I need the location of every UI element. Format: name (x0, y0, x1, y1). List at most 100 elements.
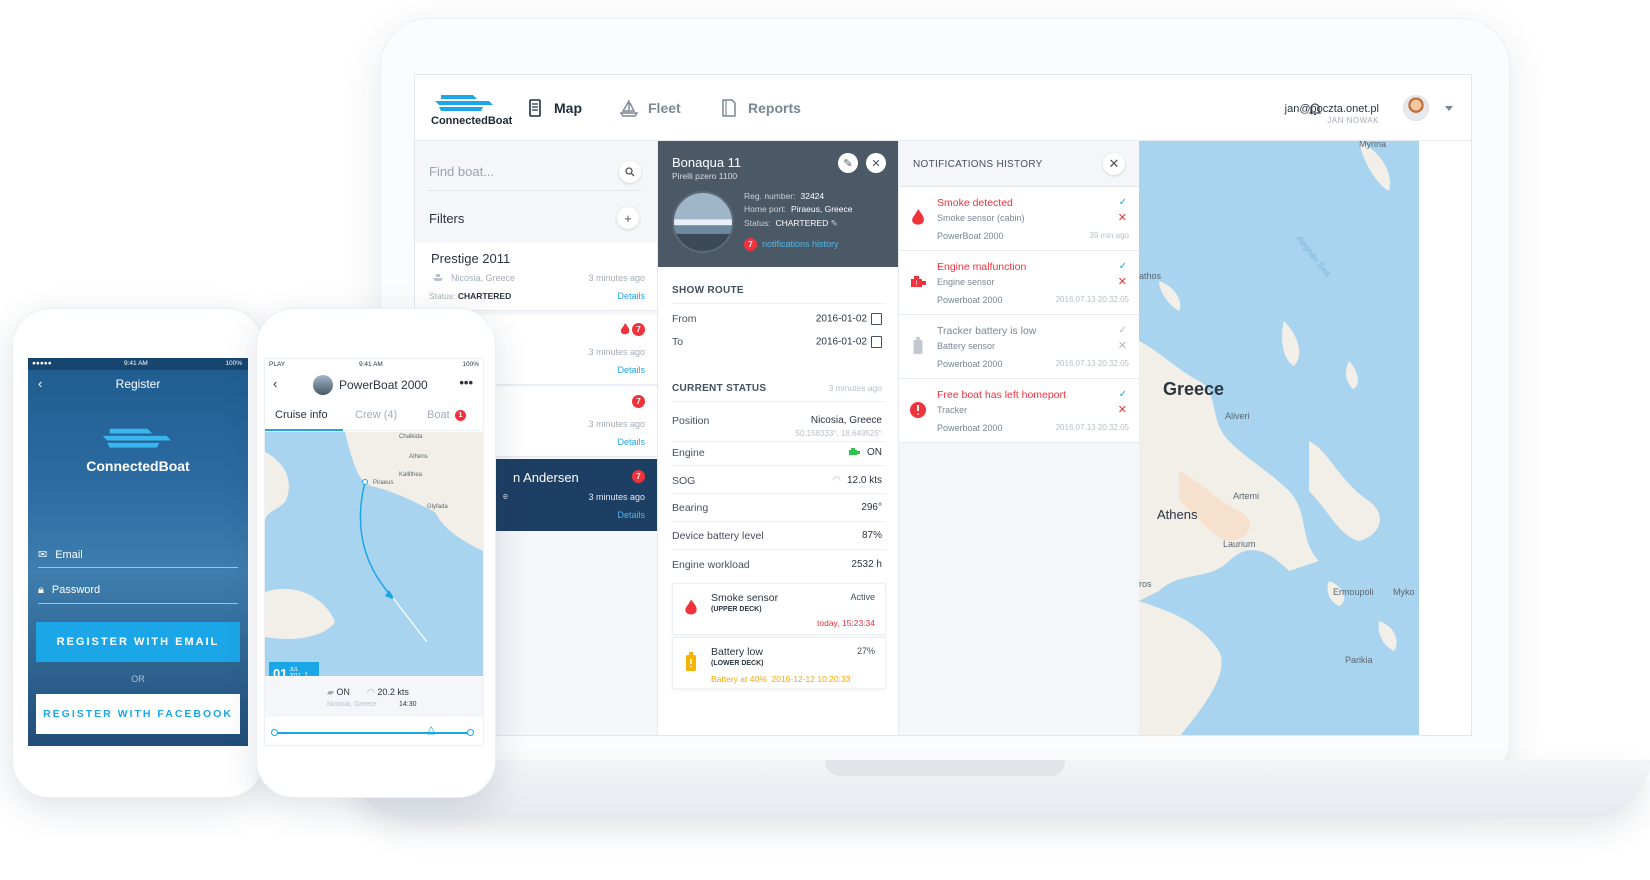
engine-icon: ▰ (327, 687, 337, 697)
clock-stat: 14:30 (399, 701, 417, 708)
timeline-position-icon[interactable]: △ (427, 723, 435, 736)
details-link[interactable]: Details (617, 510, 645, 520)
close-icon[interactable]: ✕ (1103, 153, 1125, 175)
to-label: To (672, 336, 684, 348)
password-field[interactable]: 🔒︎ Password (38, 584, 238, 604)
map-view[interactable]: Myrina Aegean Sea athos Greece Aliveri A… (1139, 141, 1419, 735)
bearing-label: Bearing (672, 502, 709, 514)
register-facebook-button[interactable]: REGISTER WITH FACEBOOK (36, 694, 240, 734)
tab-boat[interactable]: Boat (427, 409, 450, 421)
timeline-start-handle[interactable] (271, 729, 278, 736)
boat-logo-icon (435, 95, 493, 111)
flame-icon (620, 323, 630, 335)
email-field[interactable]: ✉ Email (38, 548, 238, 568)
brand-name: ConnectedBoat (86, 458, 190, 474)
notification-item[interactable]: Tracker battery is low Battery sensor Po… (899, 315, 1139, 379)
details-link[interactable]: Details (617, 365, 645, 375)
sensor-location: (LOWER DECK) (711, 660, 764, 667)
from-date[interactable]: 2016-01-02 (816, 313, 882, 325)
notification-badge: 7 (632, 470, 645, 483)
nav-fleet[interactable]: Fleet (619, 75, 681, 141)
date-day: 01 (273, 665, 288, 677)
user-email[interactable]: jan@poczta.onet.pl (1285, 103, 1379, 115)
search-input[interactable]: Find boat... (429, 164, 494, 179)
sailboat-icon (619, 100, 639, 117)
current-status-time: 3 minutes ago (828, 383, 882, 393)
reg-number: Reg. number: 32424 (744, 191, 825, 201)
sensor-state: Active (850, 592, 875, 602)
avatar[interactable] (1403, 95, 1429, 121)
timeline-slider[interactable] (275, 732, 471, 734)
status-time: 9:41 AM (124, 360, 148, 367)
check-icon[interactable]: ✓ (1119, 261, 1127, 272)
check-icon[interactable]: ✓ (1119, 325, 1127, 336)
chevron-down-icon[interactable] (1445, 106, 1453, 111)
top-bar: ConnectedBoat Map Fleet Reports jan@pocz… (415, 75, 1471, 141)
boat-name-prefix: e (503, 491, 509, 501)
route-map[interactable]: Chalkida Athens Kallithea Piraeus Glyfad… (265, 432, 483, 676)
add-filter-button[interactable]: + (617, 207, 639, 229)
home-port: Home port: Piraeus, Greece (744, 204, 853, 214)
edit-icon[interactable]: ✎ (838, 153, 858, 173)
dismiss-icon[interactable]: ✕ (1118, 211, 1127, 224)
date-chip[interactable]: 01 JUL 2017 › (269, 662, 319, 676)
route-map-graphic (265, 432, 483, 643)
or-divider: OR (131, 674, 145, 684)
more-icon[interactable]: ••• (459, 375, 473, 390)
nav-map[interactable]: Map (525, 75, 582, 141)
lock-icon: 🔒︎ (38, 584, 44, 596)
calendar-icon[interactable] (871, 336, 882, 348)
notification-title: Smoke detected (937, 197, 1013, 209)
tab-cruise-info[interactable]: Cruise info (275, 409, 328, 421)
dismiss-icon[interactable]: ✕ (1118, 403, 1127, 416)
boat-time: 3 minutes ago (588, 419, 645, 429)
bearing-value: 296° (861, 502, 882, 513)
flame-icon (912, 209, 924, 225)
nav-reports[interactable]: Reports (719, 75, 801, 141)
details-link[interactable]: Details (617, 437, 645, 447)
sensor-card[interactable]: Battery low (LOWER DECK) 27% Battery at … (672, 637, 886, 689)
sensor-title: Battery low (711, 646, 763, 658)
nav-fleet-label: Fleet (648, 100, 681, 116)
sensor-card[interactable]: Smoke sensor (UPPER DECK) Active today, … (672, 583, 886, 635)
boat-icon (433, 274, 443, 281)
notification-item[interactable]: Free boat has left homeport Tracker Powe… (899, 379, 1139, 443)
divider (672, 465, 886, 466)
divider (672, 441, 886, 442)
timeline-end-handle[interactable] (467, 729, 474, 736)
back-icon[interactable]: ‹ (273, 376, 277, 391)
boat-logo-icon (102, 428, 172, 448)
calendar-icon[interactable] (871, 313, 882, 325)
check-icon[interactable]: ✓ (1119, 197, 1127, 208)
notification-item[interactable]: ! Engine malfunction Engine sensor Power… (899, 251, 1139, 315)
notification-time: 2016.07.13 20:32:05 (1055, 423, 1129, 432)
boat-card[interactable]: Prestige 2011 Nicosia, Greece 3 minutes … (415, 243, 657, 311)
boat-time: 3 minutes ago (588, 492, 645, 502)
notification-item[interactable]: Smoke detected Smoke sensor (cabin) Powe… (899, 187, 1139, 251)
close-icon[interactable]: ✕ (866, 153, 886, 173)
to-date[interactable]: 2016-01-02 (816, 336, 882, 348)
notification-badge: 7 (632, 395, 645, 408)
map-label: Glyfada (427, 504, 448, 510)
boat-name: n Andersen (513, 470, 579, 485)
register-email-button[interactable]: REGISTER WITH EMAIL (36, 622, 240, 662)
notification-source: Battery sensor (937, 341, 996, 351)
map-label: Athens (409, 454, 428, 460)
details-link[interactable]: Details (617, 291, 645, 301)
map-land (1139, 141, 1397, 735)
map-icon (529, 99, 541, 117)
place-stat: Nicosia, Greece (327, 701, 377, 708)
search-box[interactable]: Find boat... (427, 155, 641, 191)
search-icon[interactable] (619, 161, 641, 183)
notification-badge: 1 (455, 410, 466, 421)
tab-crew[interactable]: Crew (4) (355, 409, 397, 421)
check-icon[interactable]: ✓ (1119, 389, 1127, 400)
dismiss-icon[interactable]: ✕ (1118, 275, 1127, 288)
speedometer-icon: ◠ (832, 475, 841, 486)
notification-source: Engine sensor (937, 277, 995, 287)
svg-text:!: ! (916, 281, 918, 288)
dismiss-icon[interactable]: ✕ (1118, 339, 1127, 352)
notifications-history-link[interactable]: notifications history (762, 239, 839, 249)
workload-value: 2532 h (851, 559, 882, 570)
status-time: 9:41 AM (359, 361, 383, 368)
